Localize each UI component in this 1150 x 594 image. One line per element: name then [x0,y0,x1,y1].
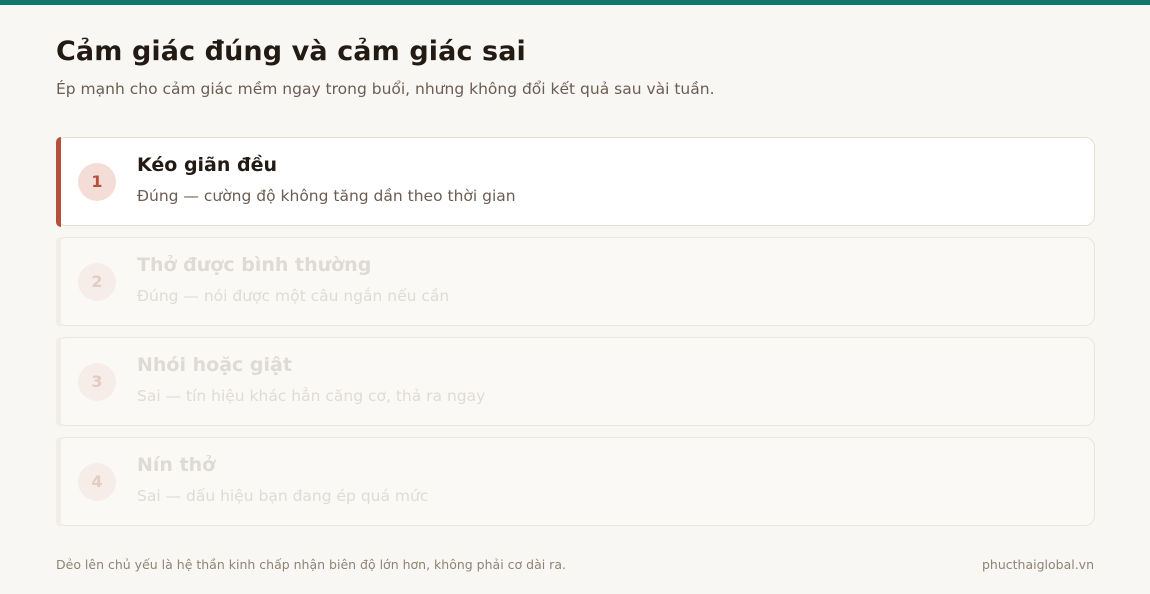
card-accent-bar [55,236,61,327]
step-title: Nín thở [137,454,216,476]
step-number-badge: 2 [78,263,116,301]
step-description: Đúng — cường độ không tăng dần theo thời… [137,187,516,205]
step-title: Nhói hoặc giật [137,354,292,376]
page-subtitle: Ép mạnh cho cảm giác mềm ngay trong buổi… [56,80,715,98]
step-number-badge: 1 [78,163,116,201]
card-accent-bar [55,436,61,527]
card-accent-bar [55,136,61,227]
step-title: Kéo giãn đều [137,154,278,176]
step-description: Sai — tín hiệu khác hẳn căng cơ, thả ra … [137,387,486,405]
card-accent-bar [55,336,61,427]
step-number-badge: 4 [78,463,116,501]
page-title: Cảm giác đúng và cảm giác sai [56,36,526,67]
step-description: Sai — dấu hiệu bạn đang ép quá mức [137,487,429,505]
step-title: Thở được bình thường [137,254,372,276]
step-card-1[interactable]: 1 Kéo giãn đều Đúng — cường độ không tăn… [55,136,1095,227]
step-number-badge: 3 [78,363,116,401]
footer-note: Dẻo lên chủ yếu là hệ thần kinh chấp nhậ… [56,557,566,572]
step-card-2[interactable]: 2 Thở được bình thường Đúng — nói được m… [55,236,1095,327]
step-description: Đúng — nói được một câu ngắn nếu cần [137,287,450,305]
footer-site-link[interactable]: phucthaiglobal.vn [982,557,1094,572]
step-card-list: 1 Kéo giãn đều Đúng — cường độ không tăn… [55,136,1095,537]
step-card-3[interactable]: 3 Nhói hoặc giật Sai — tín hiệu khác hẳn… [55,336,1095,427]
step-card-4[interactable]: 4 Nín thở Sai — dấu hiệu bạn đang ép quá… [55,436,1095,527]
top-accent-bar [0,0,1150,5]
